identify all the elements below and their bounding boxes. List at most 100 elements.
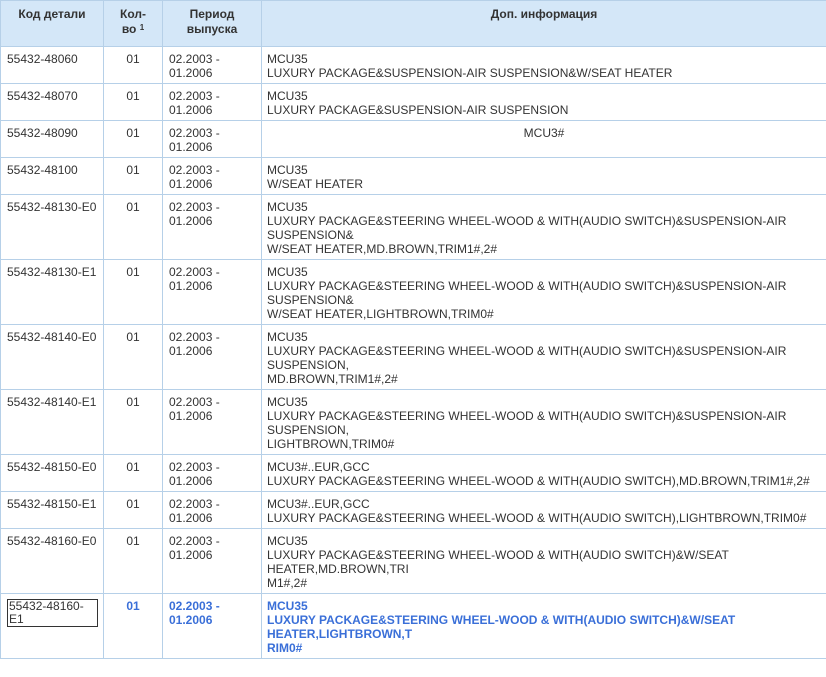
info-line: MCU35: [267, 330, 308, 344]
part-code[interactable]: 55432-48150-E0: [7, 460, 96, 474]
info-line: SUSPENSION,: [267, 423, 350, 437]
info-line: MCU35: [267, 89, 308, 103]
period-line: 02.2003 -: [169, 89, 220, 103]
info-line: LUXURY PACKAGE&STEERING WHEEL-WOOD & WIT…: [267, 511, 807, 525]
part-code-cell[interactable]: 55432-48140-E0: [0, 324, 104, 390]
production-period: 02.2003 -01.2006: [162, 259, 262, 325]
part-code-cell[interactable]: 55432-48130-E1: [0, 259, 104, 325]
part-code[interactable]: 55432-48130-E0: [7, 200, 96, 214]
info-line: LUXURY PACKAGE&STEERING WHEEL-WOOD & WIT…: [267, 344, 787, 358]
table-row[interactable]: 55432-48160-E1 01 02.2003 -01.2006 MCU35 LUX…: [0, 593, 826, 659]
additional-info: MCU35 W/SEAT HEATER: [261, 157, 826, 195]
part-code[interactable]: 55432-48130-E1: [7, 265, 96, 279]
part-code-cell[interactable]: 55432-48130-E0: [0, 194, 104, 260]
part-code-cell[interactable]: 55432-48150-E0: [0, 454, 104, 492]
info-line: MCU35: [267, 534, 308, 548]
table-row[interactable]: 55432-48140-E0 01 02.2003 -01.2006 MCU35 LUX…: [0, 324, 826, 390]
table-row[interactable]: 55432-48150-E0 01 02.2003 -01.2006 MCU3#..E…: [0, 454, 826, 492]
part-code-cell[interactable]: 55432-48150-E1: [0, 491, 104, 529]
quantity: 01: [103, 46, 163, 84]
additional-info: MCU35 LUXURY PACKAGE&SUSPENSION-AIR SUSPE…: [261, 46, 826, 84]
info-line: SUSPENSION,: [267, 358, 350, 372]
header-code-label: Код детали: [18, 7, 86, 21]
quantity: 01: [103, 491, 163, 529]
period-line: 01.2006: [169, 511, 213, 525]
production-period: 02.2003 -01.2006: [162, 593, 262, 659]
period-line: 02.2003 -: [169, 52, 220, 66]
info-line: MCU35: [267, 200, 308, 214]
part-code-cell[interactable]: 55432-48140-E1: [0, 389, 104, 455]
part-code-cell[interactable]: 55432-48160-E0: [0, 528, 104, 594]
info-line: HEATER,LIGHTBROWN,T: [267, 627, 413, 641]
period-line: 01.2006: [169, 548, 213, 562]
info-line: RIM0#: [267, 641, 303, 655]
period-line: 02.2003 -: [169, 534, 220, 548]
header-qty-line2: во: [121, 22, 137, 36]
period-line: 01.2006: [169, 613, 213, 627]
period-line: 01.2006: [169, 103, 213, 117]
info-line: W/SEAT HEATER,MD.BROWN,TRIM1#,2#: [267, 242, 498, 256]
production-period: 02.2003 -01.2006: [162, 46, 262, 84]
period-line: 01.2006: [169, 140, 213, 154]
part-code[interactable]: 55432-48090: [7, 126, 78, 140]
info-line: MCU3#..EUR,GCC: [267, 460, 370, 474]
table-row[interactable]: 55432-48130-E1 01 02.2003 -01.2006 MCU35 LUX…: [0, 259, 826, 325]
period-line: 02.2003 -: [169, 163, 220, 177]
part-code-cell[interactable]: 55432-48160-E1: [0, 593, 104, 659]
additional-info: MCU35 LUXURY PACKAGE&STEERING WHEEL-WOOD …: [261, 259, 826, 325]
production-period: 02.2003 -01.2006: [162, 528, 262, 594]
table-row[interactable]: 55432-48070 01 02.2003 -01.2006 MCU35 LUXURY…: [0, 83, 826, 121]
part-code[interactable]: 55432-48140-E1: [7, 395, 96, 409]
production-period: 02.2003 -01.2006: [162, 83, 262, 121]
header-qty-line1: Кол-: [120, 7, 146, 21]
table-row[interactable]: 55432-48090 01 02.2003 -01.2006 MCU3#: [0, 120, 826, 158]
header-qty[interactable]: Кол- во 1: [103, 0, 163, 47]
part-code[interactable]: 55432-48150-E1: [7, 497, 96, 511]
info-line: HEATER,MD.BROWN,TRI: [267, 562, 409, 576]
parts-table: Код детали Кол- во 1 Период выпуска Доп.…: [0, 0, 826, 659]
period-line: 02.2003 -: [169, 265, 220, 279]
table-row[interactable]: 55432-48160-E0 01 02.2003 -01.2006 MCU35 LUX…: [0, 528, 826, 594]
header-period[interactable]: Период выпуска: [162, 0, 262, 47]
part-code[interactable]: 55432-48160-E1: [7, 599, 98, 627]
production-period: 02.2003 -01.2006: [162, 157, 262, 195]
footnote-marker[interactable]: 1: [140, 23, 144, 32]
info-line: MCU35: [267, 599, 308, 613]
part-code-cell[interactable]: 55432-48070: [0, 83, 104, 121]
period-line: 02.2003 -: [169, 599, 220, 613]
part-code[interactable]: 55432-48060: [7, 52, 78, 66]
info-line: LUXURY PACKAGE&STEERING WHEEL-WOOD & WIT…: [267, 409, 787, 423]
info-line: MCU3#..EUR,GCC: [267, 497, 370, 511]
header-info[interactable]: Доп. информация: [261, 0, 826, 47]
period-line: 02.2003 -: [169, 126, 220, 140]
part-code-cell[interactable]: 55432-48060: [0, 46, 104, 84]
additional-info: MCU35 LUXURY PACKAGE&STEERING WHEEL-WOOD …: [261, 593, 826, 659]
part-code[interactable]: 55432-48160-E0: [7, 534, 96, 548]
part-code[interactable]: 55432-48100: [7, 163, 78, 177]
part-code[interactable]: 55432-48070: [7, 89, 78, 103]
table-row[interactable]: 55432-48140-E1 01 02.2003 -01.2006 MCU35 LUX…: [0, 389, 826, 455]
period-line: 01.2006: [169, 177, 213, 191]
part-code-cell[interactable]: 55432-48090: [0, 120, 104, 158]
table-row[interactable]: 55432-48150-E1 01 02.2003 -01.2006 MCU3#..E…: [0, 491, 826, 529]
part-code-cell[interactable]: 55432-48100: [0, 157, 104, 195]
table-row[interactable]: 55432-48100 01 02.2003 -01.2006 MCU35 W/SEAT…: [0, 157, 826, 195]
additional-info: MCU35 LUXURY PACKAGE&STEERING WHEEL-WOOD …: [261, 194, 826, 260]
period-line: 01.2006: [169, 474, 213, 488]
quantity: 01: [103, 528, 163, 594]
info-line: LUXURY PACKAGE&STEERING WHEEL-WOOD & WIT…: [267, 214, 787, 228]
info-line: MCU3#: [523, 126, 565, 140]
quantity: 01: [103, 389, 163, 455]
production-period: 02.2003 -01.2006: [162, 454, 262, 492]
table-row[interactable]: 55432-48060 01 02.2003 -01.2006 MCU35 LUXURY…: [0, 46, 826, 84]
production-period: 02.2003 -01.2006: [162, 324, 262, 390]
quantity: 01: [103, 194, 163, 260]
table-row[interactable]: 55432-48130-E0 01 02.2003 -01.2006 MCU35 LUX…: [0, 194, 826, 260]
production-period: 02.2003 -01.2006: [162, 491, 262, 529]
quantity: 01: [103, 83, 163, 121]
header-code[interactable]: Код детали: [0, 0, 104, 47]
info-line: MD.BROWN,TRIM1#,2#: [267, 372, 398, 386]
part-code[interactable]: 55432-48140-E0: [7, 330, 96, 344]
info-line: LUXURY PACKAGE&SUSPENSION-AIR SUSPENSION…: [267, 66, 673, 80]
period-line: 01.2006: [169, 344, 213, 358]
